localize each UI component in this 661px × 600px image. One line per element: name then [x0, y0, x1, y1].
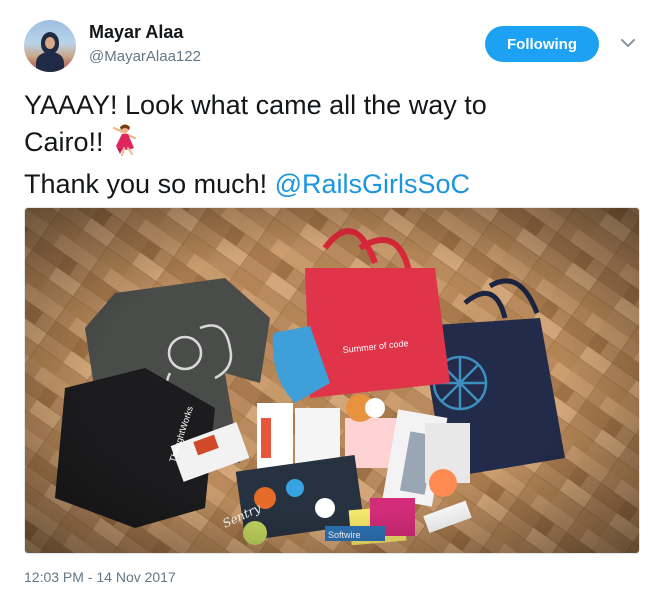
avatar-body: [36, 52, 64, 72]
dancer-emoji: [110, 124, 140, 166]
user-handle[interactable]: @MayarAlaa122: [89, 48, 201, 65]
mention-link[interactable]: @RailsGirlsSoC: [275, 169, 470, 199]
tweet-timestamp[interactable]: 12:03 PM - 14 Nov 2017: [24, 569, 176, 585]
tweet-line-3-text: Thank you so much!: [24, 169, 275, 199]
tweet-line-1: YAAAY! Look what came all the way to: [24, 90, 487, 120]
avatar-face: [45, 37, 55, 49]
tweet-line-2-text: Cairo!!: [24, 127, 104, 157]
chevron-down-icon[interactable]: [619, 34, 637, 52]
following-button[interactable]: Following: [485, 26, 599, 62]
tweet-line-2: Cairo!!: [24, 124, 644, 166]
tweet-photo[interactable]: Summer of code: [24, 207, 640, 554]
tweet-line-3: Thank you so much! @RailsGirlsSoC: [24, 166, 644, 203]
avatar[interactable]: [24, 20, 76, 72]
tweet-text: YAAAY! Look what came all the way to Cai…: [24, 87, 644, 203]
user-name[interactable]: Mayar Alaa: [89, 22, 183, 43]
photo-illustration: Summer of code: [25, 208, 639, 553]
